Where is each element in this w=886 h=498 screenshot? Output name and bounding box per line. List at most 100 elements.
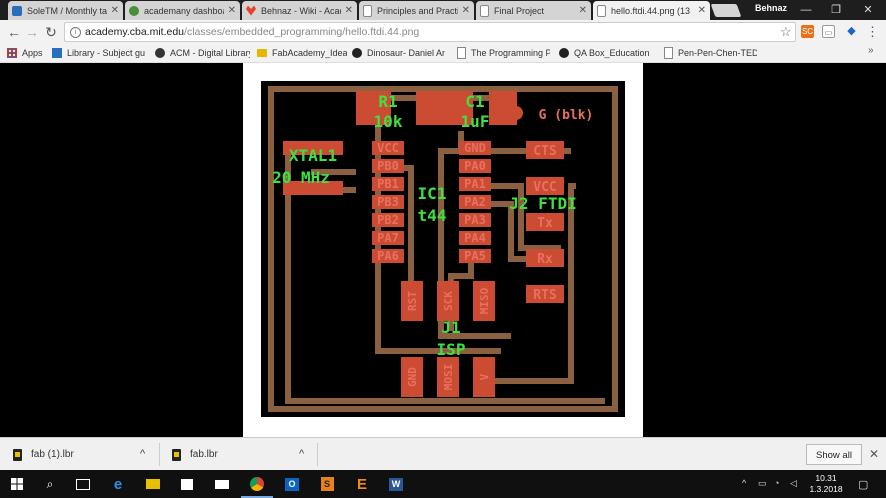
- star-icon[interactable]: ☆: [780, 24, 792, 40]
- edge-icon[interactable]: e: [108, 474, 128, 494]
- search-icon[interactable]: ⌕: [40, 474, 60, 494]
- tab-5[interactable]: Final Project ✕: [476, 1, 591, 20]
- extension-box-icon[interactable]: ▭: [822, 25, 835, 38]
- address-path: /classes/embedded_programming/hello.ftdi…: [184, 26, 420, 38]
- close-icon[interactable]: ✕: [228, 5, 236, 16]
- isp-pin-label: GND: [406, 367, 419, 387]
- ic-pin-label: PA7: [377, 231, 399, 245]
- browser-toolbar: ← → ↻ i academy.cba.mit.edu/classes/embe…: [0, 20, 886, 44]
- taskbar: ⌕ e O S E W ^ ▭ ◔ ◁ 10.31 1.3.2018 ▢: [0, 470, 886, 498]
- bookmark-dinosaur[interactable]: Dinosaur- Daniel Am: [352, 46, 445, 60]
- ic-pin-label: PA3: [464, 213, 486, 227]
- board-labels: VCC PB0 PB1 PB3 PB2 PA7 PA6 GND PA0 PA1 PA2 PA3 PA4 P…: [272, 92, 593, 390]
- download-item-2[interactable]: fab.lbr ^: [172, 438, 312, 471]
- show-all-button[interactable]: Show all: [806, 444, 862, 465]
- ic-pin-label: VCC: [377, 141, 399, 155]
- divider: [159, 443, 160, 466]
- bookmark-programming[interactable]: The Programming Pu: [457, 46, 550, 60]
- ic-pin-label: PA6: [377, 249, 399, 263]
- download-filename: fab (1).lbr: [31, 449, 74, 460]
- close-icon[interactable]: ✕: [579, 5, 587, 16]
- volume-icon[interactable]: ◁: [790, 478, 797, 489]
- tab-6-active[interactable]: hello.ftdi.44.png (13 ✕: [593, 1, 710, 20]
- battery-icon[interactable]: ▭: [758, 478, 767, 489]
- ftdi-pin-label: VCC: [533, 180, 556, 195]
- close-icon[interactable]: ✕: [698, 5, 706, 16]
- r1-value-label: 10k: [374, 112, 403, 131]
- back-icon[interactable]: ←: [6, 24, 22, 40]
- sublime-icon[interactable]: S: [317, 474, 337, 494]
- pcb-image[interactable]: VCC PB0 PB1 PB3 PB2 PA7 PA6 GND PA0 PA1 PA2 PA3 PA4 P…: [261, 81, 625, 417]
- new-tab-button[interactable]: [710, 4, 742, 17]
- bookmark-acm[interactable]: ACM - Digital Library: [155, 46, 250, 60]
- isp-pin-label: MISO: [478, 287, 491, 314]
- bookmarks-overflow-icon[interactable]: »: [868, 45, 874, 56]
- menu-icon[interactable]: ⋮: [866, 25, 879, 38]
- address-bar[interactable]: i academy.cba.mit.edu/classes/embedded_p…: [64, 22, 796, 42]
- mail-icon[interactable]: [212, 474, 232, 494]
- tab-4[interactable]: Principles and Practi ✕: [359, 1, 474, 20]
- image-frame: VCC PB0 PB1 PB3 PB2 PA7 PA6 GND PA0 PA1 PA2 PA3 PA4 P…: [243, 63, 643, 437]
- bookmark-fabacademy-ideas[interactable]: FabAcademy_Ideas: [257, 46, 347, 60]
- tab-2[interactable]: academany dashboa ✕: [125, 1, 240, 20]
- file-explorer-icon[interactable]: [143, 474, 163, 494]
- isp-pin-label: V: [478, 373, 491, 380]
- bookmark-label: Dinosaur- Daniel Am: [367, 48, 445, 58]
- windows-start-icon[interactable]: [7, 474, 27, 494]
- chevron-up-icon[interactable]: ^: [742, 478, 746, 488]
- close-icon[interactable]: ✕: [345, 5, 353, 16]
- bookmark-qa-box[interactable]: QA Box_Educational: [559, 46, 649, 60]
- extension-sc-icon[interactable]: SC: [801, 25, 814, 38]
- reload-icon[interactable]: ↻: [43, 24, 59, 40]
- page-icon: [457, 47, 466, 59]
- github-icon: [559, 48, 569, 58]
- extension-diamond-icon[interactable]: ◆: [845, 25, 858, 38]
- r1-label: R1: [378, 92, 397, 111]
- system-clock[interactable]: 10.31 1.3.2018: [808, 473, 844, 495]
- store-icon[interactable]: [177, 474, 197, 494]
- c1-label: C1: [465, 92, 484, 111]
- tab-strip: SoleTM / Monthly ta ✕ academany dashboa …: [0, 0, 886, 20]
- close-icon[interactable]: ✕: [111, 5, 119, 16]
- ic-pin-label: PB1: [377, 177, 399, 191]
- page-icon: [664, 47, 673, 59]
- network-icon[interactable]: ◔: [774, 478, 779, 488]
- divider: [317, 443, 318, 466]
- bookmark-label: Pen-Pen-Chen-TED-l: [678, 48, 757, 58]
- page-viewport: VCC PB0 PB1 PB3 PB2 PA7 PA6 GND PA0 PA1 PA2 PA3 PA4 P…: [0, 63, 886, 437]
- restore-button[interactable]: ❐: [822, 2, 850, 18]
- chevron-up-icon[interactable]: ^: [140, 448, 145, 460]
- download-item-1[interactable]: fab (1).lbr ^: [13, 438, 153, 471]
- ic-pin-label: PB3: [377, 195, 399, 209]
- outlook-icon[interactable]: O: [282, 474, 302, 494]
- github-icon: [352, 48, 362, 58]
- close-icon[interactable]: ✕: [869, 447, 879, 461]
- chrome-icon[interactable]: [241, 474, 273, 498]
- bookmark-apps[interactable]: Apps: [7, 46, 57, 60]
- word-icon[interactable]: W: [386, 474, 406, 494]
- eagle-icon[interactable]: E: [352, 474, 372, 494]
- xtal-label: XTAL1: [289, 146, 337, 165]
- tab-3[interactable]: Behnaz - Wiki - Acad ✕: [242, 1, 357, 20]
- minimize-button[interactable]: —: [792, 2, 820, 18]
- bookmark-pen-pen-chen[interactable]: Pen-Pen-Chen-TED-l: [664, 46, 757, 60]
- tab-1[interactable]: SoleTM / Monthly ta ✕: [8, 1, 123, 20]
- task-view-icon[interactable]: [73, 474, 93, 494]
- tab-title: Behnaz - Wiki - Acad: [261, 5, 341, 16]
- ic-label: IC1: [418, 184, 447, 203]
- ftdi-pin-label: Tx: [537, 216, 553, 231]
- info-icon[interactable]: i: [70, 27, 81, 38]
- ic-pin-label: PA5: [464, 249, 486, 263]
- close-icon[interactable]: ✕: [462, 5, 470, 16]
- chevron-up-icon[interactable]: ^: [299, 448, 304, 460]
- close-window-button[interactable]: ✕: [854, 2, 882, 18]
- bookmark-library[interactable]: Library - Subject guic: [52, 46, 145, 60]
- forward-icon[interactable]: →: [24, 24, 40, 40]
- notifications-icon[interactable]: ▢: [858, 478, 868, 491]
- tab-title: academany dashboa: [144, 5, 224, 16]
- isp-pin-label: MOSI: [442, 364, 455, 391]
- user-badge[interactable]: Behnaz: [752, 3, 790, 15]
- folder-icon: [257, 49, 267, 57]
- isp-pin-label: RST: [406, 291, 419, 311]
- ftdi-label: J2 FTDI: [509, 194, 576, 213]
